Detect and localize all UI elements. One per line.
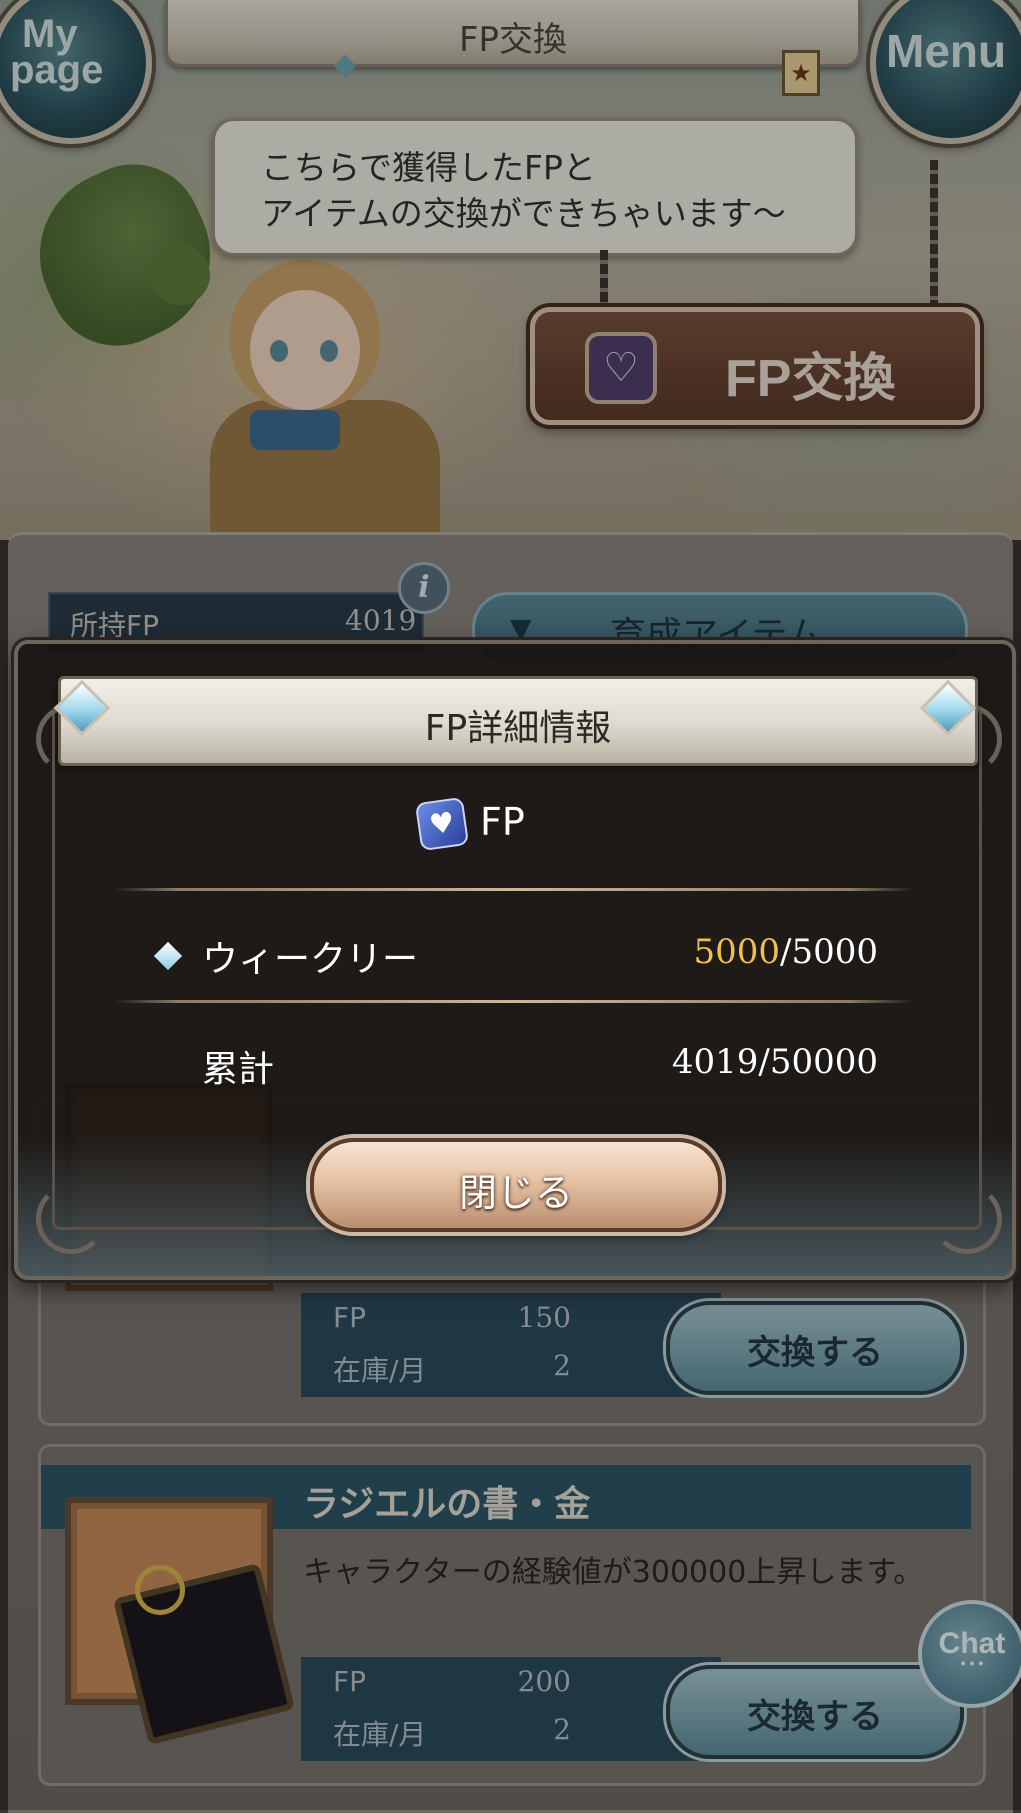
weekly-label: ウィークリー xyxy=(202,939,419,980)
divider-top xyxy=(114,888,914,891)
close-button[interactable]: 閉じる xyxy=(310,1138,722,1232)
total-label: 累計 xyxy=(202,1049,275,1090)
weekly-value: 5000/5000 xyxy=(578,932,878,972)
modal-title: FP詳細情報 xyxy=(424,708,612,749)
ornament-bottom-right xyxy=(932,1184,1002,1254)
close-button-label: 閉じる xyxy=(458,1171,573,1215)
fp-detail-modal: FP詳細情報 ♥ FP ウィークリー 5000/5000 累計 4019/500… xyxy=(14,640,1016,1280)
fp-currency-label: FP xyxy=(480,800,525,844)
weekly-max: /5000 xyxy=(780,932,878,972)
divider-middle xyxy=(114,1000,914,1003)
weekly-current: 5000 xyxy=(693,932,781,972)
ornament-bottom-left xyxy=(36,1184,106,1254)
fp-gem-icon: ♥ xyxy=(414,796,470,852)
total-value: 4019/50000 xyxy=(671,1042,878,1082)
modal-title-banner: FP詳細情報 xyxy=(58,676,978,766)
